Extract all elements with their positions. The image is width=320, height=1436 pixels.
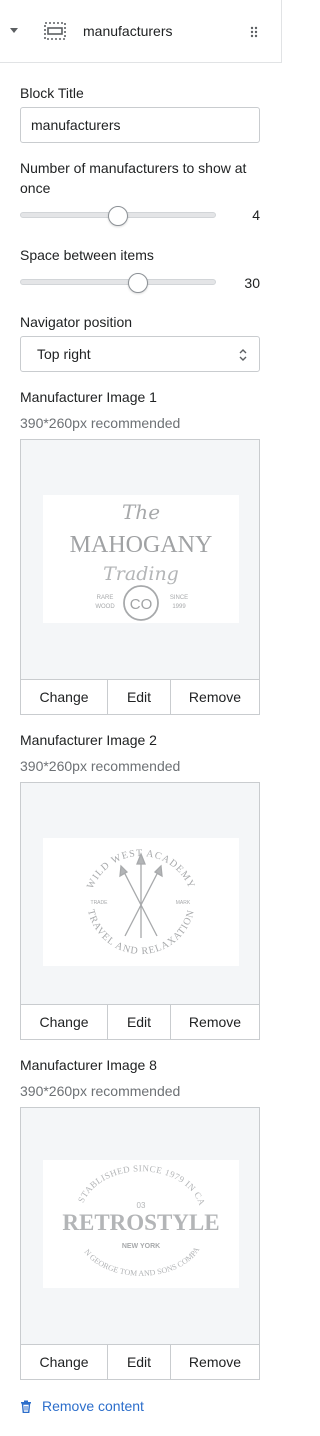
svg-text:SINCE: SINCE bbox=[170, 595, 188, 601]
panel-divider bbox=[281, 0, 282, 63]
drag-handle-icon[interactable] bbox=[250, 26, 258, 38]
svg-text:MAHOGANY: MAHOGANY bbox=[70, 532, 213, 558]
image-1-remove-button[interactable]: Remove bbox=[171, 680, 259, 714]
svg-text:TRADE: TRADE bbox=[91, 900, 109, 906]
image-8-help: 390*260px recommended bbox=[20, 1083, 181, 1099]
image-1-picker: The MAHOGANY Trading RARE WOOD CO SINCE … bbox=[20, 439, 260, 715]
spacing-slider-thumb[interactable] bbox=[127, 273, 148, 293]
image-2-help: 390*260px recommended bbox=[20, 758, 181, 774]
image-8-picker: ESTABLISHED SINCE 1979 IN CA. 03 RETROST… bbox=[20, 1107, 260, 1380]
image-8-remove-button[interactable]: Remove bbox=[171, 1345, 259, 1379]
image-2-actions: Change Edit Remove bbox=[21, 1004, 259, 1039]
block-title-label: Block Title bbox=[20, 85, 84, 101]
svg-text:CO: CO bbox=[130, 596, 153, 613]
collapse-caret-icon[interactable] bbox=[10, 28, 18, 33]
remove-content-label: Remove content bbox=[42, 1398, 144, 1414]
section-header[interactable]: manufacturers bbox=[0, 0, 282, 63]
manufacturers-count-label: Number of manufacturers to show at once bbox=[20, 160, 247, 196]
image-8-edit-button[interactable]: Edit bbox=[108, 1345, 171, 1379]
image-8-label: Manufacturer Image 8 bbox=[20, 1057, 157, 1073]
image-1-help: 390*260px recommended bbox=[20, 415, 181, 431]
image-8-actions: Change Edit Remove bbox=[21, 1344, 259, 1379]
svg-text:1999: 1999 bbox=[172, 604, 186, 610]
svg-text:Trading: Trading bbox=[103, 563, 179, 585]
manufacturers-count-slider-thumb[interactable] bbox=[108, 206, 128, 226]
image-8-preview[interactable]: ESTABLISHED SINCE 1979 IN CA. 03 RETROST… bbox=[40, 1152, 239, 1288]
section-title: manufacturers bbox=[83, 23, 173, 39]
svg-text:RETROSTYLE: RETROSTYLE bbox=[62, 1210, 219, 1235]
image-2-picker: WILD WEST ACADEMY TRAVEL AND RELAXATION … bbox=[20, 782, 260, 1040]
image-1-label: Manufacturer Image 1 bbox=[20, 389, 157, 405]
block-layout-icon bbox=[44, 22, 66, 40]
navigator-label: Navigator position bbox=[20, 314, 133, 330]
svg-text:NEW YORK: NEW YORK bbox=[122, 1243, 160, 1250]
image-8-change-button[interactable]: Change bbox=[21, 1345, 108, 1379]
image-1-edit-button[interactable]: Edit bbox=[108, 680, 171, 714]
block-title-input[interactable]: manufacturers bbox=[20, 107, 260, 143]
image-1-actions: Change Edit Remove bbox=[21, 679, 259, 714]
svg-text:03: 03 bbox=[137, 1201, 146, 1210]
navigator-select[interactable]: Top right bbox=[20, 336, 260, 372]
svg-text:The: The bbox=[122, 500, 160, 524]
spacing-value: 30 bbox=[244, 275, 260, 291]
svg-text:RARE: RARE bbox=[97, 595, 114, 601]
navigator-selected-value: Top right bbox=[37, 346, 91, 362]
spacing-label: Space between items bbox=[20, 247, 154, 263]
image-2-edit-button[interactable]: Edit bbox=[108, 1005, 171, 1039]
trash-icon bbox=[21, 1400, 31, 1413]
remove-content-link[interactable]: Remove content bbox=[20, 1396, 144, 1416]
spacing-slider[interactable] bbox=[20, 279, 216, 285]
image-2-change-button[interactable]: Change bbox=[21, 1005, 108, 1039]
image-2-label: Manufacturer Image 2 bbox=[20, 732, 157, 748]
svg-text:MARK: MARK bbox=[176, 900, 191, 906]
image-2-preview[interactable]: WILD WEST ACADEMY TRAVEL AND RELAXATION … bbox=[43, 838, 239, 966]
svg-text:WOOD: WOOD bbox=[95, 604, 115, 610]
manufacturers-count-value: 4 bbox=[252, 207, 260, 223]
image-1-preview[interactable]: The MAHOGANY Trading RARE WOOD CO SINCE … bbox=[43, 495, 239, 623]
image-2-remove-button[interactable]: Remove bbox=[171, 1005, 259, 1039]
select-arrows-icon bbox=[239, 349, 247, 361]
image-1-change-button[interactable]: Change bbox=[21, 680, 108, 714]
svg-text:ESTABLISHED SINCE 1979 IN CA.: ESTABLISHED SINCE 1979 IN CA. bbox=[43, 1160, 207, 1207]
